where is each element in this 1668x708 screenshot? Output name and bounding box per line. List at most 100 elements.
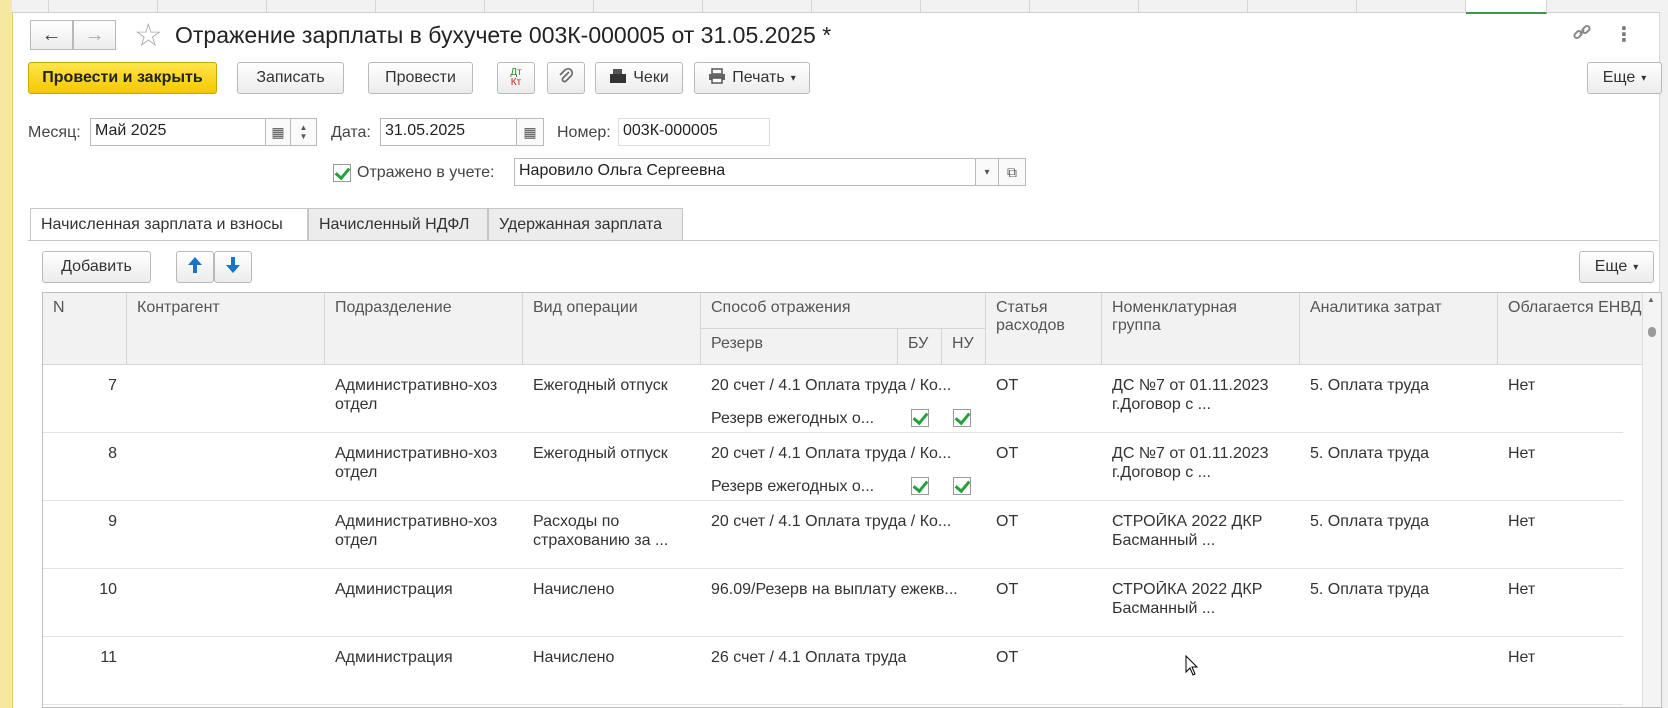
calendar-icon[interactable]: ▦ — [266, 118, 291, 146]
move-down-button[interactable] — [214, 251, 252, 283]
tab-withheld-salary[interactable]: Удержанная зарплата — [488, 208, 683, 240]
col-header-operation[interactable]: Вид операции — [523, 293, 701, 365]
col-header-nomenclature[interactable]: Номенклатурная группа — [1102, 293, 1300, 365]
check-icon — [334, 163, 351, 181]
header-nom-line2: группа — [1112, 317, 1161, 334]
table-row[interactable]: 8 Административно-хоз отдел Ежегодный отпу… — [43, 433, 1643, 501]
cell-nomenclature: СТРОЙКА 2022 ДКР — [1112, 513, 1263, 530]
cell-department: Административно-хоз — [335, 445, 498, 462]
forward-button[interactable]: → — [73, 20, 116, 50]
header-expense-line1: Статья — [996, 299, 1048, 316]
col-header-department[interactable]: Подразделение — [325, 293, 523, 365]
checkbox-bu[interactable] — [911, 476, 929, 495]
col-header-method[interactable]: Способ отражения — [701, 293, 986, 329]
col-header-bu[interactable]: БУ — [898, 329, 942, 365]
cell-expense: ОТ — [996, 445, 1019, 462]
checkbox-nu[interactable] — [953, 408, 971, 427]
vertical-scrollbar[interactable]: ▲ — [1642, 293, 1661, 707]
cell-n: 11 — [100, 649, 117, 666]
cell-analytics: 5. Оплата труда — [1310, 513, 1430, 530]
month-label: Месяц: — [28, 124, 81, 141]
stepper-down-icon[interactable]: ▼ — [300, 132, 308, 141]
receipts-button[interactable]: Чеки — [595, 62, 683, 94]
table-row[interactable]: 11 Администрация Начислено 26 счет / 4.1 Оп… — [43, 637, 1643, 705]
cell-method: 20 счет / 4.1 Оплата труда / Ко... — [711, 445, 952, 462]
move-up-button[interactable] — [176, 251, 214, 283]
post-button[interactable]: Провести — [368, 62, 473, 94]
month-stepper[interactable]: ▲ ▼ — [291, 118, 317, 146]
attach-button[interactable] — [547, 62, 585, 94]
table-row[interactable]: 7 Административно-хоз отдел Ежегодный отпу… — [43, 365, 1643, 433]
move-down-icon — [225, 256, 241, 279]
table-more-button[interactable]: Еще ▾ — [1579, 251, 1654, 283]
responsible-field[interactable]: Наровило Ольга Сергеевна — [514, 158, 976, 186]
number-label: Номер: — [557, 124, 611, 141]
scrollbar-thumb[interactable] — [1648, 327, 1656, 337]
chevron-down-icon[interactable]: ▾ — [976, 158, 999, 186]
row-divider — [43, 704, 1623, 705]
save-button[interactable]: Записать — [237, 62, 344, 94]
paperclip-icon — [558, 67, 574, 90]
cell-n: 10 — [99, 581, 117, 598]
col-header-nu[interactable]: НУ — [942, 329, 986, 365]
chevron-down-icon: ▾ — [790, 72, 796, 84]
window-left-strip — [0, 0, 13, 708]
cell-method: 26 счет / 4.1 Оплата труда — [711, 649, 907, 666]
open-icon[interactable]: ⧉ — [999, 158, 1026, 186]
data-table[interactable]: N Контрагент Подразделение Вид операции … — [42, 292, 1662, 708]
reflected-label: Отражено в учете: — [357, 164, 495, 181]
chevron-down-icon: ▾ — [1641, 72, 1647, 84]
more-label: Еще — [1602, 69, 1636, 86]
dtkt-movements-button[interactable]: Дт Кт — [497, 62, 535, 94]
table-row[interactable]: 9 Административно-хоз отдел Расходы по стра… — [43, 501, 1643, 569]
more-vert-icon[interactable]: ⋮ — [1614, 22, 1634, 47]
cell-department: Административно-хоз — [335, 513, 498, 530]
col-header-counterparty[interactable]: Контрагент — [127, 293, 325, 365]
cell-department: Администрация — [335, 581, 453, 598]
cell-analytics: 5. Оплата труда — [1310, 445, 1430, 462]
cell-analytics: 5. Оплата труда — [1310, 377, 1430, 394]
table-row[interactable]: 10 Администрация Начислено 96.09/Резерв на … — [43, 569, 1643, 637]
page-title: Отражение зарплаты в бухучете 003К-00000… — [175, 22, 832, 48]
print-button[interactable]: Печать ▾ — [694, 62, 810, 94]
cell-operation: Начислено — [533, 649, 615, 666]
post-and-close-button[interactable]: Провести и закрыть — [28, 62, 217, 94]
table-more-label: Еще — [1594, 258, 1628, 275]
col-header-reserve[interactable]: Резерв — [701, 329, 898, 365]
checkbox-bu[interactable] — [911, 408, 929, 427]
reflected-checkbox[interactable] — [333, 163, 351, 182]
stepper-up-icon[interactable]: ▲ — [300, 123, 308, 132]
cell-operation: Ежегодный отпуск — [533, 445, 668, 462]
cell-operation: Расходы по — [533, 513, 620, 530]
cell-envd: Нет — [1508, 649, 1536, 666]
link-icon[interactable] — [1572, 22, 1592, 48]
number-field[interactable]: 003К-000005 — [618, 118, 770, 146]
print-label: Печать — [732, 69, 785, 86]
month-field[interactable]: Май 2025 — [90, 118, 266, 146]
cell-n: 9 — [108, 513, 117, 530]
col-header-envd[interactable]: Облагается ЕНВД — [1498, 293, 1643, 365]
arrow-right-icon: → — [84, 23, 105, 46]
check-icon — [954, 408, 971, 426]
check-icon — [954, 476, 971, 494]
cell-department-line2: отдел — [335, 464, 378, 481]
star-icon[interactable]: ☆ — [134, 18, 163, 52]
calendar-icon[interactable]: ▦ — [517, 118, 544, 146]
cell-expense: ОТ — [996, 649, 1019, 666]
date-field[interactable]: 31.05.2025 — [380, 118, 517, 146]
tab-accrued-ndfl[interactable]: Начисленный НДФЛ — [308, 208, 488, 240]
col-header-n[interactable]: N — [43, 293, 127, 365]
header-nom-line1: Номенклатурная — [1112, 299, 1237, 316]
cell-operation-line2: страхованию за ... — [533, 532, 669, 549]
check-icon — [912, 476, 929, 494]
scroll-up-icon[interactable]: ▲ — [1647, 295, 1655, 304]
checkbox-nu[interactable] — [953, 476, 971, 495]
cell-department: Административно-хоз — [335, 377, 498, 394]
cell-envd: Нет — [1508, 377, 1536, 394]
col-header-expense[interactable]: Статья расходов — [986, 293, 1102, 365]
col-header-analytics[interactable]: Аналитика затрат — [1300, 293, 1498, 365]
more-button[interactable]: Еще ▾ — [1587, 62, 1662, 94]
tab-accrued-salary[interactable]: Начисленная зарплата и взносы — [30, 208, 308, 241]
back-button[interactable]: ← — [30, 20, 73, 50]
add-button[interactable]: Добавить — [42, 251, 151, 283]
